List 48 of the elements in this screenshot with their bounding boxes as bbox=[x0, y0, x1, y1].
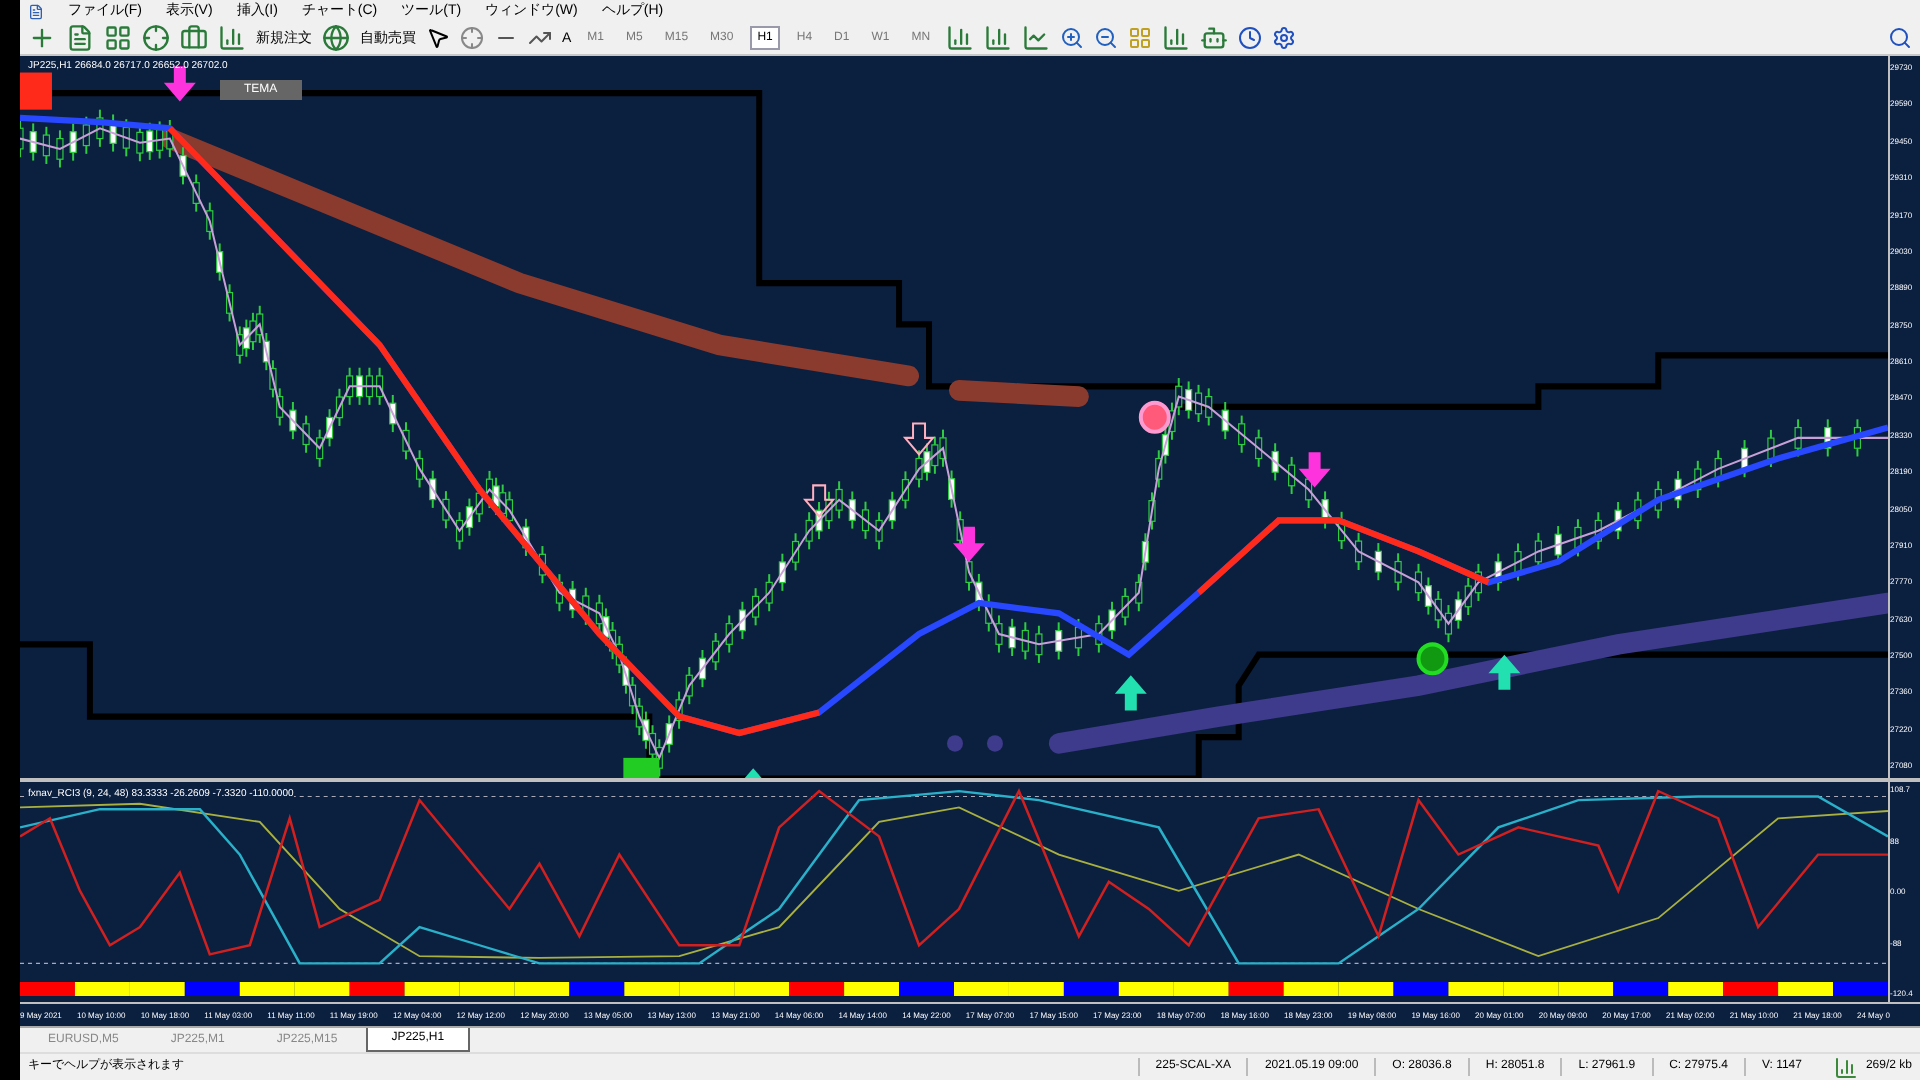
band-dot bbox=[986, 735, 1003, 752]
down-arrow-icon bbox=[1298, 452, 1331, 488]
candlestick-group bbox=[1794, 419, 1862, 457]
cursor-icon[interactable] bbox=[426, 26, 450, 50]
candlestick-group bbox=[1095, 588, 1129, 653]
candlestick-group bbox=[875, 471, 910, 550]
candlestick-group bbox=[765, 533, 800, 612]
app-icon bbox=[28, 3, 44, 19]
zoom-in-icon[interactable] bbox=[1060, 26, 1085, 50]
candlestick-group bbox=[725, 588, 760, 653]
candlestick-group bbox=[835, 481, 870, 539]
line-chart-icon[interactable] bbox=[1022, 24, 1051, 52]
candlestick-group bbox=[1654, 460, 1702, 519]
candlestick-group bbox=[56, 116, 90, 168]
candlestick-group bbox=[595, 594, 617, 660]
bar-chart-icon[interactable] bbox=[946, 24, 975, 52]
tile-icon[interactable] bbox=[1128, 26, 1153, 50]
candlestick-group bbox=[1135, 492, 1156, 612]
circle-marker bbox=[1138, 400, 1171, 434]
square-marker bbox=[20, 72, 52, 110]
candlestick-group bbox=[615, 636, 637, 715]
band-dot bbox=[947, 735, 963, 752]
candlestick-group bbox=[1354, 532, 1402, 591]
candlestick-group bbox=[96, 109, 130, 157]
candlestick-group bbox=[1534, 519, 1582, 570]
candlestick-group bbox=[1714, 429, 1775, 488]
trend-band bbox=[948, 380, 1090, 407]
crosshair-icon[interactable] bbox=[460, 26, 484, 50]
up-arrow-icon bbox=[1488, 654, 1521, 690]
circle-marker bbox=[1416, 642, 1449, 676]
down-arrow-icon bbox=[953, 526, 985, 562]
candlestick-group bbox=[1414, 563, 1442, 629]
down-arrow-icon bbox=[902, 422, 936, 456]
down-arrow-icon bbox=[163, 66, 196, 102]
candlestick-group bbox=[805, 491, 833, 550]
candlestick-group bbox=[555, 574, 590, 625]
trendline-icon[interactable] bbox=[528, 26, 552, 50]
candlestick-group bbox=[415, 450, 450, 529]
down-arrow-icon bbox=[802, 484, 836, 518]
zoom-out-icon[interactable] bbox=[1094, 26, 1119, 50]
new-chart-icon[interactable] bbox=[28, 24, 56, 52]
candlestick-group bbox=[1035, 618, 1083, 663]
globe-icon[interactable] bbox=[322, 24, 350, 52]
candlestick-group bbox=[685, 632, 720, 705]
candlestick-group bbox=[1594, 491, 1642, 550]
up-arrow-icon bbox=[1114, 675, 1147, 711]
candlestick-group bbox=[1255, 429, 1296, 495]
search-icon[interactable] bbox=[1888, 26, 1912, 50]
